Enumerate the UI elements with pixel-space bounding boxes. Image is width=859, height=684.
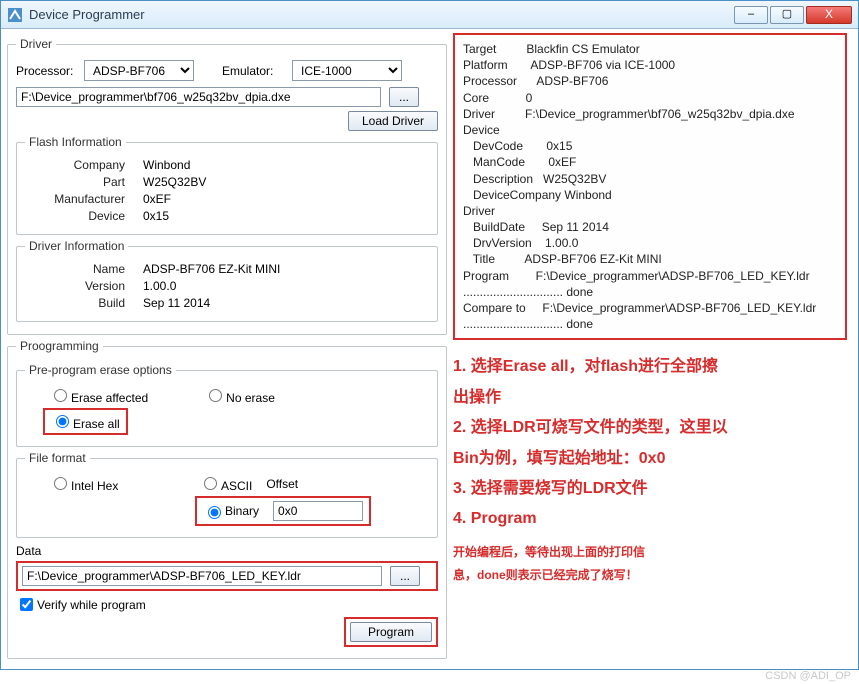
minimize-button[interactable]: – [734, 6, 768, 24]
annotations: 1. 选择Erase all，对flash进行全部擦 出操作 2. 选择LDR可… [453, 352, 847, 534]
footer-annotation: 开始编程后，等待出现上面的打印信 息，done则表示已经完成了烧写！ [453, 541, 847, 587]
console-line: Device [463, 122, 837, 138]
ascii-label: ASCII [221, 479, 252, 493]
driver-build-value: Sep 11 2014 [143, 296, 210, 310]
verify-checkbox[interactable] [20, 598, 33, 611]
console-line: Driver [463, 203, 837, 219]
step-1: 1. 选择Erase all，对flash进行全部擦 [453, 352, 847, 382]
console-line: Target Blackfin CS Emulator [463, 41, 837, 57]
part-label: Part [25, 175, 125, 189]
driver-path-input[interactable] [16, 87, 381, 107]
browse-data-button[interactable]: ... [390, 566, 420, 586]
console-line: Compare to F:\Device_programmer\ADSP-BF7… [463, 300, 837, 316]
erase-options-group: Pre-program erase options Erase affected… [16, 363, 438, 447]
step-1b: 出操作 [453, 383, 847, 413]
manufacturer-value: 0xEF [143, 192, 171, 206]
browse-driver-button[interactable]: ... [389, 87, 419, 107]
step-2b: Bin为例，填写起始地址：0x0 [453, 444, 847, 474]
output-console: Target Blackfin CS Emulator Platform ADS… [453, 33, 847, 340]
console-line: BuildDate Sep 11 2014 [463, 219, 837, 235]
file-format-group: File format Intel Hex ASCII Offset Binar… [16, 451, 438, 538]
load-driver-button[interactable]: Load Driver [348, 111, 438, 131]
intel-hex-radio[interactable] [54, 477, 67, 490]
watermark: CSDN @ADI_OP [765, 670, 851, 682]
offset-label: Offset [266, 477, 298, 491]
console-line: DrvVersion 1.00.0 [463, 235, 837, 251]
data-label: Data [16, 544, 438, 558]
erase-all-label: Erase all [73, 417, 120, 431]
driver-build-label: Build [25, 296, 125, 310]
driver-group: Driver Processor: ADSP-BF706 Emulator: I… [7, 37, 447, 335]
device-value: 0x15 [143, 209, 169, 223]
processor-select[interactable]: ADSP-BF706 [84, 60, 194, 81]
data-path-input[interactable] [22, 566, 382, 586]
driver-info-legend: Driver Information [25, 239, 128, 253]
driver-info-group: Driver Information Name ADSP-BF706 EZ-Kit… [16, 239, 438, 322]
console-line: Processor ADSP-BF706 [463, 73, 837, 89]
footer-line-2: 息，done则表示已经完成了烧写！ [453, 564, 847, 587]
binary-label: Binary [225, 504, 259, 518]
console-line: Platform ADSP-BF706 via ICE-1000 [463, 57, 837, 73]
footer-line-1: 开始编程后，等待出现上面的打印信 [453, 541, 847, 564]
console-line: Core 0 [463, 90, 837, 106]
console-line: .............................. done [463, 316, 837, 332]
company-label: Company [25, 158, 125, 172]
step-2: 2. 选择LDR可烧写文件的类型，这里以 [453, 413, 847, 443]
driver-legend: Driver [16, 37, 56, 51]
processor-label: Processor: [16, 64, 84, 78]
verify-label: Verify while program [37, 598, 146, 612]
driver-version-label: Version [25, 279, 125, 293]
programming-group: Proogramming Pre-program erase options E… [7, 339, 447, 659]
step-4: 4. Program [453, 504, 847, 534]
console-line: ManCode 0xEF [463, 154, 837, 170]
app-icon [7, 7, 23, 23]
erase-all-radio[interactable] [56, 415, 69, 428]
no-erase-radio[interactable] [209, 389, 222, 402]
part-value: W25Q32BV [143, 175, 206, 189]
erase-options-legend: Pre-program erase options [25, 363, 176, 377]
no-erase-label: No erase [226, 391, 275, 405]
offset-input[interactable] [273, 501, 363, 521]
device-label: Device [25, 209, 125, 223]
manufacturer-label: Manufacturer [25, 192, 125, 206]
ascii-radio[interactable] [204, 477, 217, 490]
flash-info-legend: Flash Information [25, 135, 126, 149]
program-button[interactable]: Program [350, 622, 432, 642]
titlebar: Device Programmer – ▢ X [1, 1, 858, 29]
emulator-label: Emulator: [222, 64, 292, 78]
console-line: DeviceCompany Winbond [463, 187, 837, 203]
console-line: Title ADSP-BF706 EZ-Kit MINI [463, 251, 837, 267]
console-line: Driver F:\Device_programmer\bf706_w25q32… [463, 106, 837, 122]
file-format-legend: File format [25, 451, 90, 465]
erase-affected-radio[interactable] [54, 389, 67, 402]
console-line: Program F:\Device_programmer\ADSP-BF706_… [463, 268, 837, 284]
flash-info-group: Flash Information Company Winbond Part W25… [16, 135, 438, 235]
window-title: Device Programmer [29, 7, 145, 22]
driver-name-value: ADSP-BF706 EZ-Kit MINI [143, 262, 280, 276]
emulator-select[interactable]: ICE-1000 [292, 60, 402, 81]
erase-affected-label: Erase affected [71, 391, 148, 405]
intel-hex-label: Intel Hex [71, 479, 118, 493]
binary-radio[interactable] [208, 506, 221, 519]
console-line: .............................. done [463, 284, 837, 300]
driver-name-label: Name [25, 262, 125, 276]
maximize-button[interactable]: ▢ [770, 6, 804, 24]
step-3: 3. 选择需要烧写的LDR文件 [453, 474, 847, 504]
console-line: DevCode 0x15 [463, 138, 837, 154]
close-button[interactable]: X [806, 6, 852, 24]
console-line: Description W25Q32BV [463, 171, 837, 187]
driver-version-value: 1.00.0 [143, 279, 176, 293]
company-value: Winbond [143, 158, 190, 172]
programming-legend: Proogramming [16, 339, 103, 353]
